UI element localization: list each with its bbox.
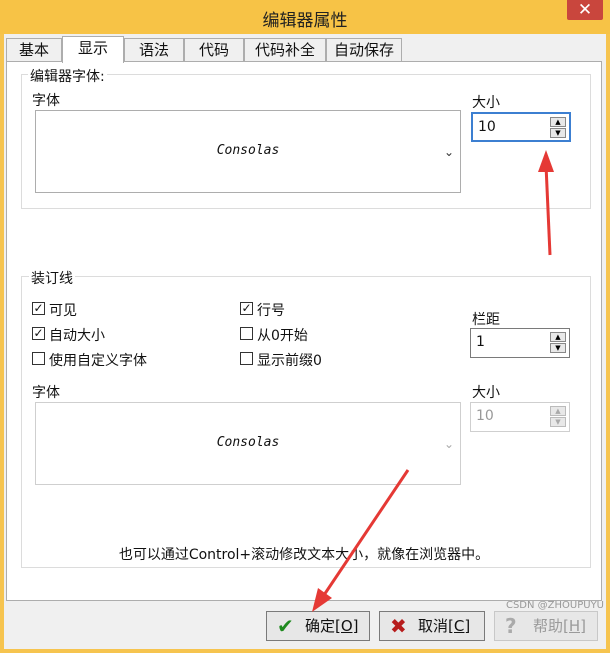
tab-code-completion[interactable]: 代码补全 <box>244 38 326 62</box>
editor-font-value: Consolas <box>216 143 280 158</box>
question-icon: ? <box>505 614 517 638</box>
display-panel: 编辑器字体: 字体 Consolas ⌄ 大小 10 ▲ ▼ 装订线 ✓ 可见 ✓… <box>6 61 602 601</box>
chevron-down-icon: ⌄ <box>443 145 454 159</box>
gutter-size-value: 10 <box>476 408 494 424</box>
spin-down-icon[interactable]: ▼ <box>550 128 566 138</box>
checkmark-icon: ✓ <box>32 301 45 315</box>
gutter-size-spinner[interactable]: 10 ▲ ▼ <box>470 402 570 432</box>
gutter-size-label: 大小 <box>472 385 500 401</box>
gutter-font-value: Consolas <box>216 435 280 450</box>
close-button[interactable]: ✕ <box>567 0 603 20</box>
gutter-group-title: 装订线 <box>29 268 75 288</box>
checkmark-icon: ✔ <box>277 614 294 638</box>
tab-display[interactable]: 显示 <box>62 36 124 63</box>
margin-label: 栏距 <box>472 312 500 328</box>
editor-font-select[interactable]: Consolas ⌄ <box>35 110 461 193</box>
spin-down-icon[interactable]: ▼ <box>550 343 566 353</box>
editor-size-value: 10 <box>478 119 496 135</box>
checkmark-icon: ✓ <box>240 301 253 315</box>
x-icon: ✖ <box>390 614 407 638</box>
title-bar: 编辑器属性 ✕ <box>0 0 610 34</box>
help-button[interactable]: ? 帮助[H] <box>494 611 598 641</box>
spin-down-icon[interactable]: ▼ <box>550 417 566 427</box>
margin-spinner[interactable]: 1 ▲ ▼ <box>470 328 570 358</box>
editor-size-label: 大小 <box>472 95 500 111</box>
chevron-down-icon: ⌄ <box>443 437 454 451</box>
scroll-zoom-hint: 也可以通过Control+滚动修改文本大小，就像在浏览器中。 <box>118 547 490 563</box>
tab-code[interactable]: 代码 <box>184 38 244 62</box>
spin-up-icon[interactable]: ▲ <box>550 117 566 127</box>
tab-basic[interactable]: 基本 <box>6 38 62 62</box>
gutter-font-select[interactable]: Consolas ⌄ <box>35 402 461 485</box>
editor-font-label: 字体 <box>32 93 60 109</box>
tab-syntax[interactable]: 语法 <box>124 38 184 62</box>
spin-up-icon[interactable]: ▲ <box>550 332 566 342</box>
margin-value: 1 <box>476 334 485 350</box>
editor-size-spinner[interactable]: 10 ▲ ▼ <box>471 112 571 142</box>
cancel-button[interactable]: ✖ 取消[C] <box>379 611 485 641</box>
dialog-body: 基本 显示 语法 代码 代码补全 自动保存 编辑器字体: 字体 Consolas… <box>4 34 606 649</box>
window-title: 编辑器属性 <box>262 11 348 31</box>
spin-up-icon[interactable]: ▲ <box>550 406 566 416</box>
checkmark-icon: ✓ <box>32 326 45 340</box>
editor-font-group-title: 编辑器字体: <box>28 66 107 86</box>
close-icon: ✕ <box>577 0 593 20</box>
gutter-font-label: 字体 <box>32 385 60 401</box>
ok-button[interactable]: ✔ 确定[O] <box>266 611 370 641</box>
watermark: CSDN @ZHOUPUYU <box>505 600 604 611</box>
tab-autosave[interactable]: 自动保存 <box>326 38 402 62</box>
